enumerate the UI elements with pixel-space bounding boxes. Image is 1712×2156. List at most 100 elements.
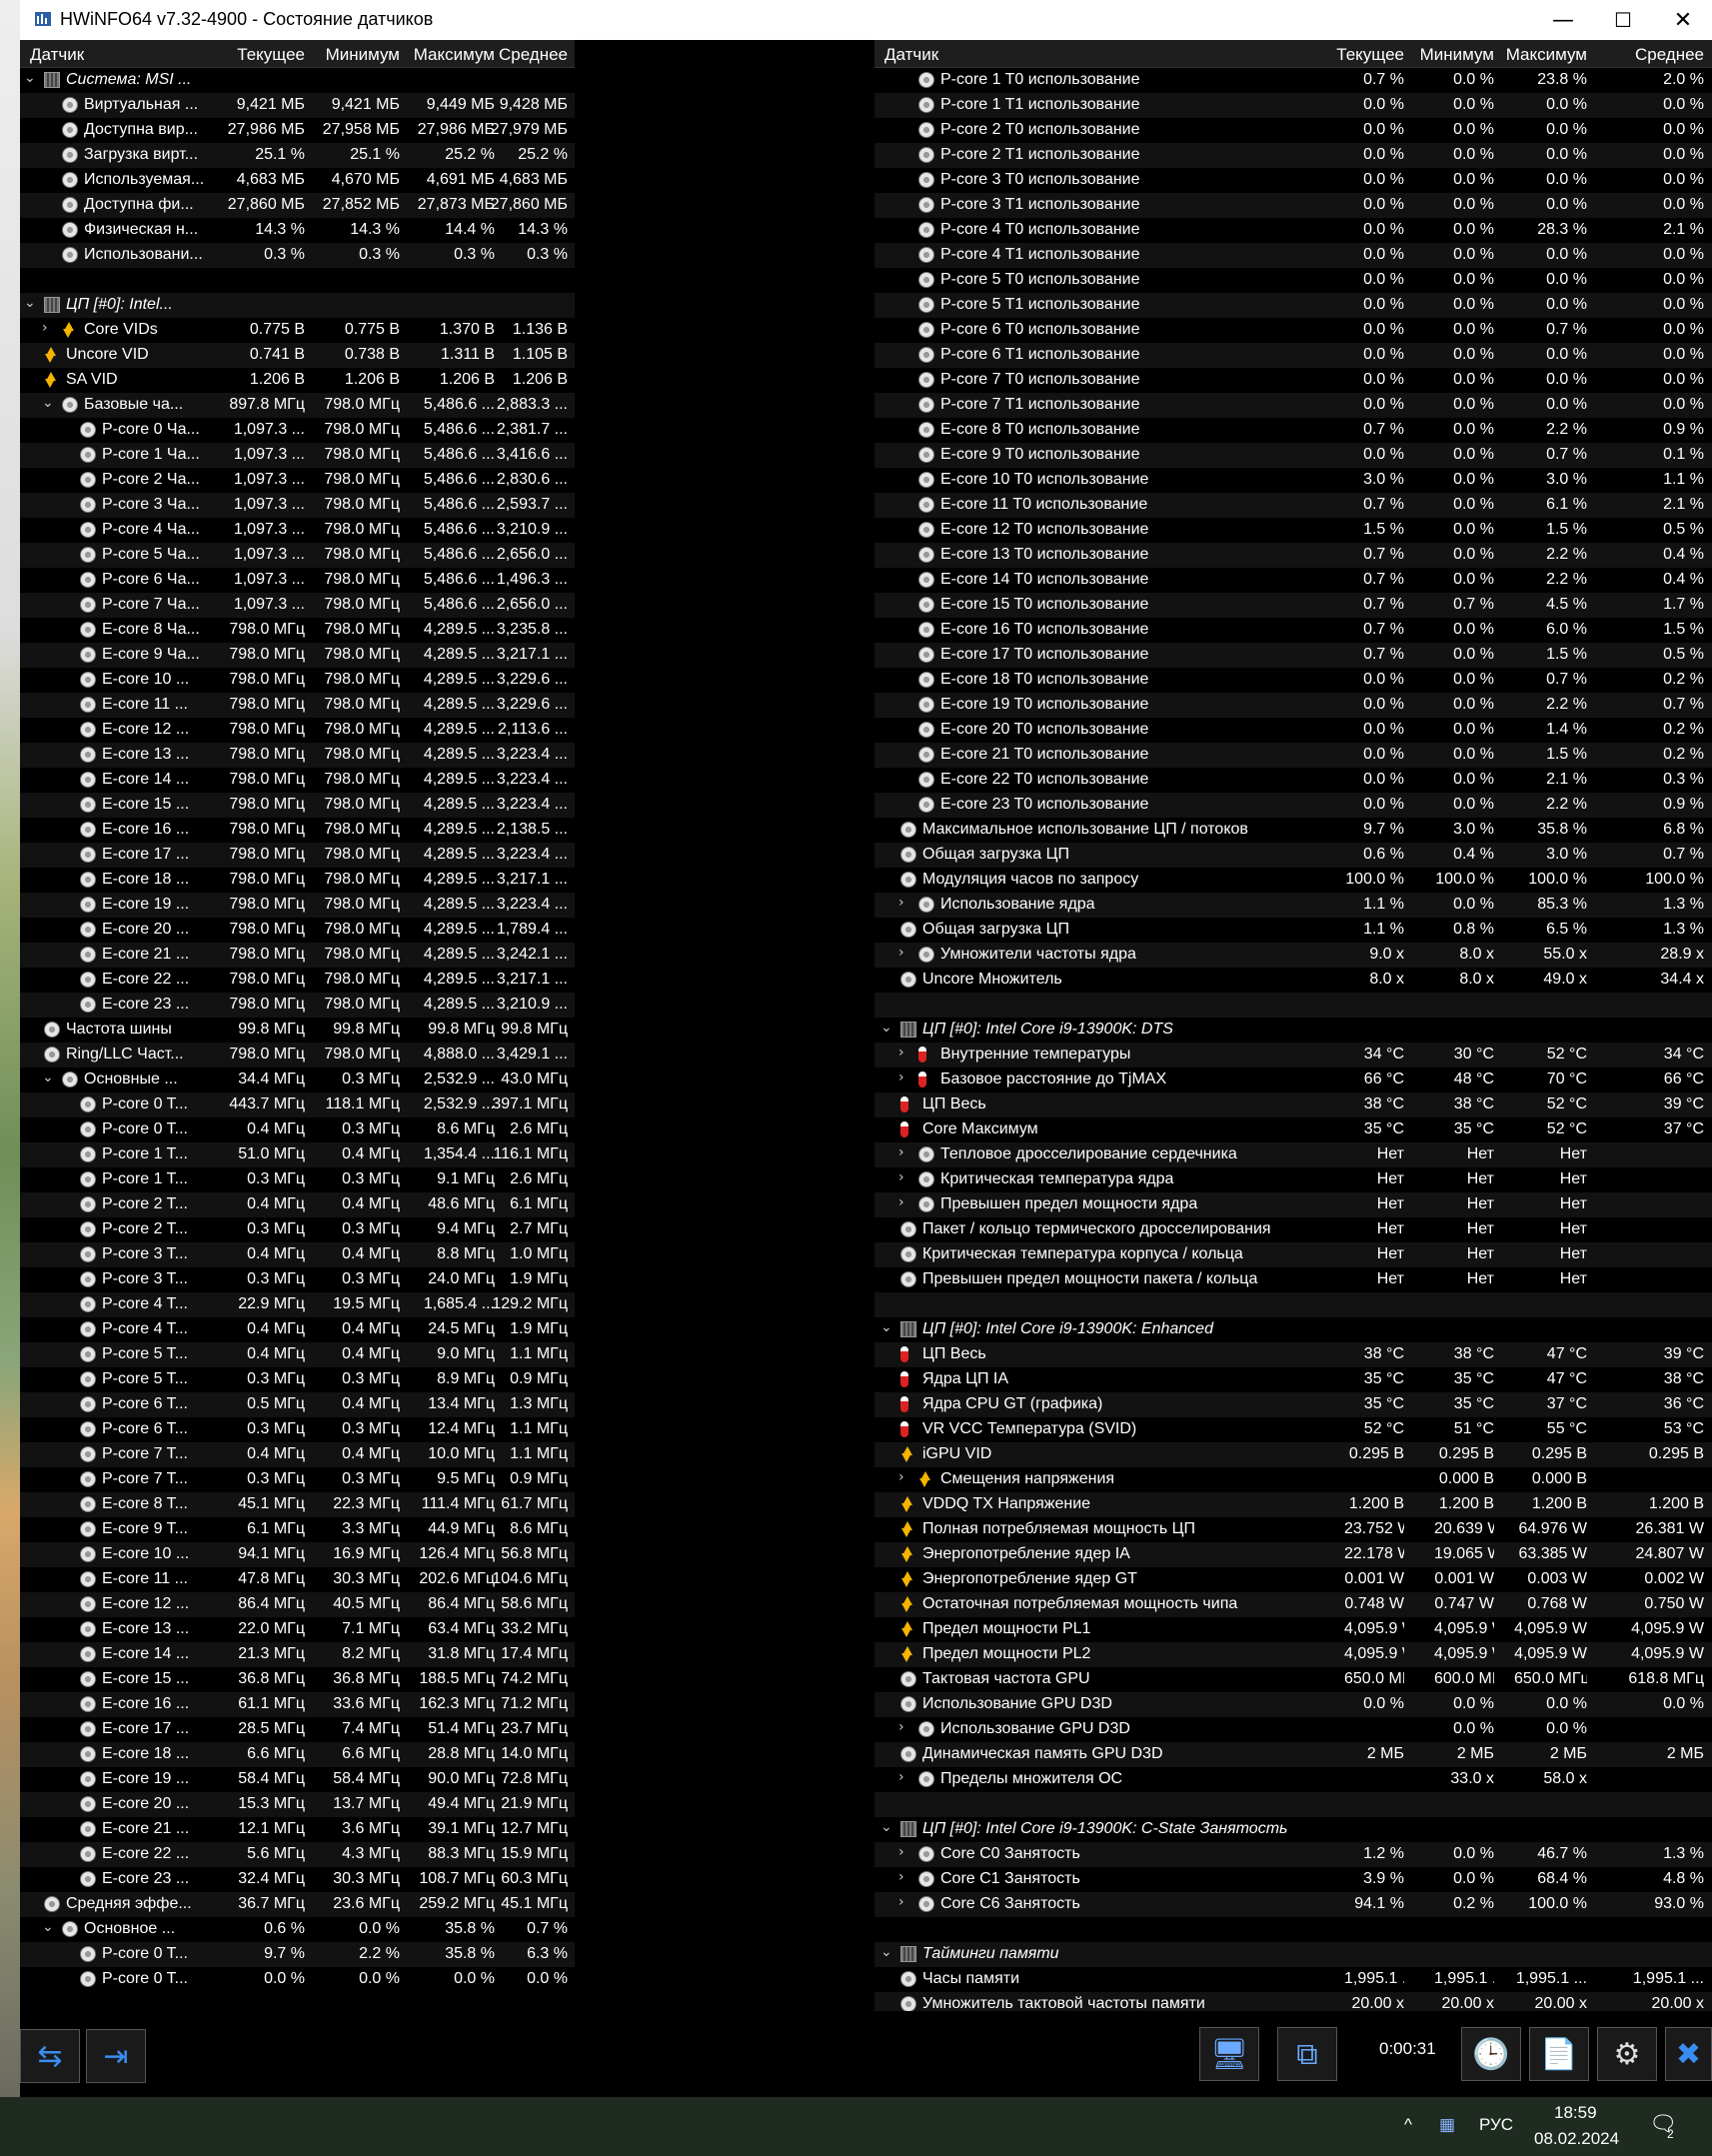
col-sensor[interactable]: Датчик: [30, 45, 84, 65]
table-row[interactable]: ⌄ Основные ... 34.4 МГц 0.3 МГц 2,532.9 ... 4…: [20, 1068, 575, 1092]
table-row[interactable]: P-core 5 T1 использование 0.0 % 0.0 % 0.0 %…: [874, 293, 1712, 318]
collapse-arrows-icon[interactable]: ⇥: [86, 2029, 146, 2083]
sensor-table-right[interactable]: Датчик Текущее Минимум Максимум Среднее …: [874, 40, 1712, 2011]
table-row[interactable]: E-core 21 ... 12.1 МГц 3.6 МГц 39.1 МГц 12.7…: [20, 1817, 575, 1842]
group-header[interactable]: ⌄ Система: MSI ...: [20, 68, 575, 93]
table-row[interactable]: E-core 17 ... 28.5 МГц 7.4 МГц 51.4 МГц 23.7…: [20, 1717, 575, 1742]
table-row[interactable]: P-core 5 T0 использование 0.0 % 0.0 % 0.0 %…: [874, 268, 1712, 293]
table-row[interactable]: › Внутренние температуры 34 °C 30 °C 52 °C 34…: [874, 1043, 1712, 1068]
table-row[interactable]: › Использование ядра 1.1 % 0.0 % 85.3 % 1.3 %: [874, 893, 1712, 918]
table-row[interactable]: Частота шины 99.8 МГц 99.8 МГц 99.8 МГц 99.8…: [20, 1018, 575, 1043]
language-indicator[interactable]: РУС: [1479, 2115, 1513, 2135]
table-row[interactable]: Модуляция часов по запросу 100.0 % 100.0 %…: [874, 868, 1712, 893]
table-row[interactable]: P-core 2 Ча... 1,097.3 ... 798.0 МГц 5,486.…: [20, 468, 575, 493]
table-row[interactable]: P-core 5 Ча... 1,097.3 ... 798.0 МГц 5,486.…: [20, 543, 575, 568]
table-row[interactable]: P-core 1 Ча... 1,097.3 ... 798.0 МГц 5,486.…: [20, 443, 575, 468]
table-row[interactable]: E-core 17 ... 798.0 МГц 798.0 МГц 4,289.5 .…: [20, 843, 575, 868]
table-row[interactable]: E-core 10 ... 94.1 МГц 16.9 МГц 126.4 МГц 56…: [20, 1542, 575, 1567]
table-row[interactable]: P-core 3 T... 0.3 МГц 0.3 МГц 24.0 МГц 1.9 М…: [20, 1267, 575, 1292]
collapse-chevron-icon[interactable]: ⌄: [880, 1020, 892, 1036]
table-row[interactable]: Использовани... 0.3 % 0.3 % 0.3 % 0.3 %: [20, 243, 575, 268]
group-header[interactable]: ⌄ Тайминги памяти: [874, 1942, 1712, 1967]
table-row[interactable]: P-core 0 T... 0.4 МГц 0.3 МГц 8.6 МГц 2.6 МГ…: [20, 1117, 575, 1142]
tray-chevron-icon[interactable]: ^: [1404, 2115, 1412, 2135]
table-row[interactable]: SA VID 1.206 В 1.206 В 1.206 В 1.206 В: [20, 368, 575, 393]
collapse-chevron-icon[interactable]: ⌄: [24, 70, 36, 86]
table-row[interactable]: P-core 3 T0 использование 0.0 % 0.0 % 0.0 %…: [874, 168, 1712, 193]
table-row[interactable]: P-core 2 T... 0.4 МГц 0.4 МГц 48.6 МГц 6.1 М…: [20, 1192, 575, 1217]
group-header[interactable]: ⌄ ЦП [#0]: Intel Core i9-13900K: DTS: [874, 1018, 1712, 1043]
group-header[interactable]: ⌄ ЦП [#0]: Intel Core i9-13900K: Enhanced: [874, 1317, 1712, 1342]
table-row[interactable]: E-core 14 ... 798.0 МГц 798.0 МГц 4,289.5 .…: [20, 768, 575, 793]
network-icon[interactable]: 🖥: [1199, 2027, 1259, 2081]
expand-chevron-icon[interactable]: ›: [898, 1769, 904, 1785]
table-row[interactable]: VR VCC Температура (SVID) 52 °C 51 °C 55 °C…: [874, 1417, 1712, 1442]
table-row[interactable]: P-core 6 T... 0.5 МГц 0.4 МГц 13.4 МГц 1.3 М…: [20, 1392, 575, 1417]
table-row[interactable]: E-core 8 Ча... 798.0 МГц 798.0 МГц 4,289.5 …: [20, 618, 575, 643]
table-row[interactable]: E-core 15 ... 36.8 МГц 36.8 МГц 188.5 МГц 74…: [20, 1667, 575, 1692]
table-row[interactable]: Ядра CPU GT (графика) 35 °C 35 °C 37 °C 36 °…: [874, 1392, 1712, 1417]
table-row[interactable]: E-core 16 ... 798.0 МГц 798.0 МГц 4,289.5 .…: [20, 818, 575, 843]
table-row[interactable]: E-core 12 T0 использование 1.5 % 0.0 % 1.5 …: [874, 518, 1712, 543]
table-row[interactable]: Критическая температура корпуса / кольца…: [874, 1242, 1712, 1267]
table-row[interactable]: E-core 18 ... 6.6 МГц 6.6 МГц 28.8 МГц 14.0 …: [20, 1742, 575, 1767]
table-row[interactable]: E-core 13 ... 798.0 МГц 798.0 МГц 4,289.5 .…: [20, 743, 575, 768]
table-row[interactable]: E-core 10 ... 798.0 МГц 798.0 МГц 4,289.5 .…: [20, 668, 575, 693]
expand-chevron-icon[interactable]: ›: [898, 1144, 904, 1160]
table-row[interactable]: P-core 3 T... 0.4 МГц 0.4 МГц 8.8 МГц 1.0 МГ…: [20, 1242, 575, 1267]
table-row[interactable]: E-core 20 T0 использование 0.0 % 0.0 % 1.4 …: [874, 718, 1712, 743]
table-row[interactable]: P-core 5 T... 0.3 МГц 0.3 МГц 8.9 МГц 0.9 МГ…: [20, 1367, 575, 1392]
table-row[interactable]: Тактовая частота GPU 650.0 МГц 600.0 МГц 65…: [874, 1667, 1712, 1692]
table-row[interactable]: › Core VIDs 0.775 В 0.775 В 1.370 В 1.136 В: [20, 318, 575, 343]
table-row[interactable]: P-core 7 T1 использование 0.0 % 0.0 % 0.0 %…: [874, 393, 1712, 418]
minimize-button[interactable]: —: [1543, 6, 1583, 34]
table-row[interactable]: Часы памяти 1,995.1 ... 1,995.1 ... 1,995.1…: [874, 1967, 1712, 1992]
table-row[interactable]: P-core 4 Ча... 1,097.3 ... 798.0 МГц 5,486.…: [20, 518, 575, 543]
table-row[interactable]: Общая загрузка ЦП 0.6 % 0.4 % 3.0 % 0.7 %: [874, 843, 1712, 868]
table-row[interactable]: Предел мощности PL1 4,095.9 W 4,095.9 W 4,0…: [874, 1617, 1712, 1642]
exit-x-icon[interactable]: ✖: [1665, 2027, 1712, 2081]
table-row[interactable]: E-core 13 ... 22.0 МГц 7.1 МГц 63.4 МГц 33.2…: [20, 1617, 575, 1642]
table-row[interactable]: E-core 20 ... 15.3 МГц 13.7 МГц 49.4 МГц 21.…: [20, 1792, 575, 1817]
table-row[interactable]: E-core 9 T0 использование 0.0 % 0.0 % 0.7 %…: [874, 443, 1712, 468]
table-row[interactable]: Динамическая память GPU D3D 2 МБ 2 МБ 2 МБ 2…: [874, 1742, 1712, 1767]
table-row[interactable]: P-core 2 T... 0.3 МГц 0.3 МГц 9.4 МГц 2.7 МГ…: [20, 1217, 575, 1242]
sensor-table-left[interactable]: Датчик Текущее Минимум Максимум Среднее …: [20, 40, 575, 2011]
clock-icon[interactable]: 🕒: [1461, 2027, 1521, 2081]
collapse-chevron-icon[interactable]: ⌄: [24, 295, 36, 311]
table-row[interactable]: › Превышен предел мощности ядра Нет Нет Нет: [874, 1192, 1712, 1217]
table-row[interactable]: E-core 12 ... 86.4 МГц 40.5 МГц 86.4 МГц 58.…: [20, 1592, 575, 1617]
collapse-chevron-icon[interactable]: ⌄: [42, 1919, 54, 1935]
table-row[interactable]: E-core 23 ... 32.4 МГц 30.3 МГц 108.7 МГц 60…: [20, 1867, 575, 1892]
report-icon[interactable]: 📄: [1529, 2027, 1589, 2081]
table-row[interactable]: P-core 2 T0 использование 0.0 % 0.0 % 0.0 %…: [874, 118, 1712, 143]
table-header[interactable]: Датчик Текущее Минимум Максимум Среднее: [874, 40, 1712, 68]
settings-gear-icon[interactable]: ⚙: [1597, 2027, 1657, 2081]
table-row[interactable]: › Использование GPU D3D 0.0 % 0.0 %: [874, 1717, 1712, 1742]
table-row[interactable]: P-core 7 Ча... 1,097.3 ... 798.0 МГц 5,486.…: [20, 593, 575, 618]
clock-time[interactable]: 18:59: [1554, 2103, 1597, 2123]
table-row[interactable]: P-core 3 Ча... 1,097.3 ... 798.0 МГц 5,486.…: [20, 493, 575, 518]
table-row[interactable]: › Критическая температура ядра Нет Нет Нет: [874, 1167, 1712, 1192]
table-row[interactable]: E-core 8 T0 использование 0.7 % 0.0 % 2.2 %…: [874, 418, 1712, 443]
table-row[interactable]: P-core 7 T... 0.3 МГц 0.3 МГц 9.5 МГц 0.9 МГ…: [20, 1467, 575, 1492]
table-row[interactable]: E-core 11 T0 использование 0.7 % 0.0 % 6.1 …: [874, 493, 1712, 518]
table-row[interactable]: P-core 5 T... 0.4 МГц 0.4 МГц 9.0 МГц 1.1 МГ…: [20, 1342, 575, 1367]
clock-date[interactable]: 08.02.2024: [1534, 2129, 1619, 2149]
table-row[interactable]: Используемая... 4,683 МБ 4,670 МБ 4,691 МБ 4…: [20, 168, 575, 193]
table-row[interactable]: E-core 13 T0 использование 0.7 % 0.0 % 2.2 …: [874, 543, 1712, 568]
expand-chevron-icon[interactable]: ›: [898, 1719, 904, 1735]
table-row[interactable]: ЦП Весь 38 °C 38 °C 52 °C 39 °C: [874, 1092, 1712, 1117]
table-row[interactable]: Предел мощности PL2 4,095.9 W 4,095.9 W 4,0…: [874, 1642, 1712, 1667]
table-row[interactable]: E-core 19 ... 58.4 МГц 58.4 МГц 90.0 МГц 72.…: [20, 1767, 575, 1792]
table-row[interactable]: E-core 16 T0 использование 0.7 % 0.0 % 6.0 …: [874, 618, 1712, 643]
table-row[interactable]: › Core C0 Занятость 1.2 % 0.0 % 46.7 % 1.3 %: [874, 1842, 1712, 1867]
close-button[interactable]: ✕: [1663, 6, 1703, 34]
collapse-chevron-icon[interactable]: ⌄: [880, 1819, 892, 1835]
table-row[interactable]: P-core 0 Ча... 1,097.3 ... 798.0 МГц 5,486.…: [20, 418, 575, 443]
table-row[interactable]: E-core 9 Ча... 798.0 МГц 798.0 МГц 4,289.5 …: [20, 643, 575, 668]
network-tray-icon[interactable]: ▦: [1439, 2115, 1455, 2135]
group-header[interactable]: ⌄ ЦП [#0]: Intel Core i9-13900K: C-State …: [874, 1817, 1712, 1842]
table-row[interactable]: Энергопотребление ядер GT 0.001 W 0.001 W 0…: [874, 1567, 1712, 1592]
table-row[interactable]: Физическая н... 14.3 % 14.3 % 14.4 % 14.3 %: [20, 218, 575, 243]
